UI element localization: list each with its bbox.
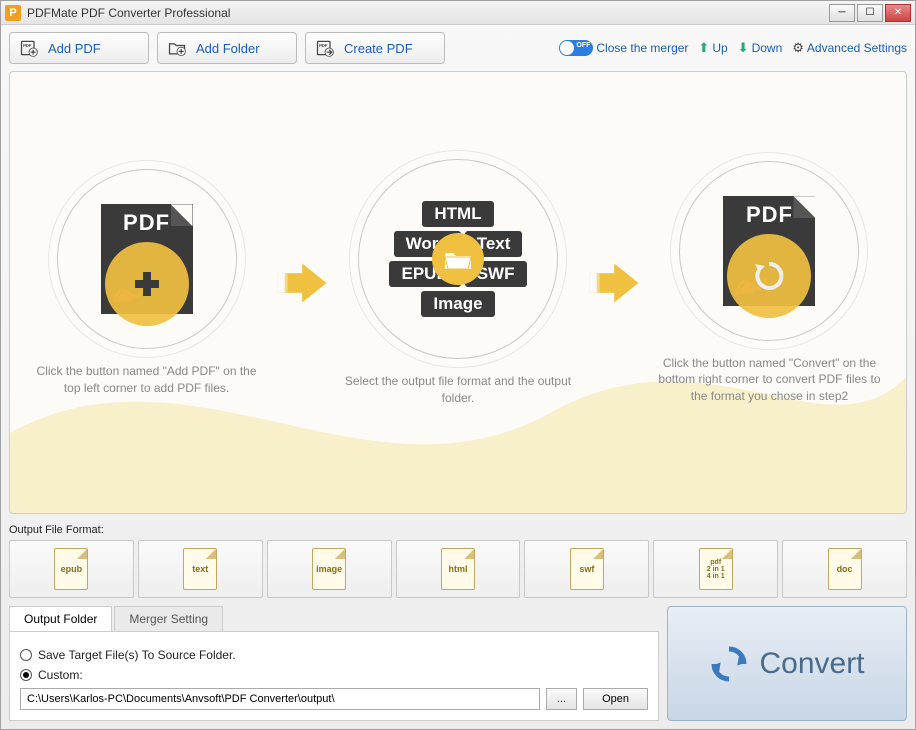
step-2: HTML Word Text EPUB SWF Image Select the… <box>331 159 584 405</box>
output-panel: Save Target File(s) To Source Folder. Cu… <box>9 631 659 721</box>
radio-custom[interactable]: Custom: <box>20 668 648 682</box>
window-buttons: ─ ☐ ✕ <box>829 4 911 22</box>
file-icon: text <box>183 548 217 590</box>
tag-html: HTML <box>422 201 493 227</box>
down-label: Down <box>752 41 783 55</box>
file-icon: epub <box>54 548 88 590</box>
close-merger-label: Close the merger <box>596 41 688 55</box>
add-pdf-button[interactable]: PDF Add PDF <box>9 32 149 64</box>
radio-icon <box>20 669 32 681</box>
step-1-desc: Click the button named "Add PDF" on the … <box>20 363 273 395</box>
arrow-right-icon <box>585 258 643 308</box>
file-icon: doc <box>828 548 862 590</box>
close-button[interactable]: ✕ <box>885 4 911 22</box>
plus-circle-icon <box>105 242 189 326</box>
arrow-right-icon <box>273 258 331 308</box>
step-3-desc: Click the button named "Convert" on the … <box>643 355 896 404</box>
tag-image: Image <box>421 291 494 317</box>
add-pdf-icon: PDF <box>18 38 40 58</box>
radio-custom-label: Custom: <box>38 668 83 682</box>
format-image[interactable]: image <box>267 540 392 598</box>
open-button[interactable]: Open <box>583 688 648 710</box>
toggle-switch-icon: OFF <box>559 40 593 56</box>
folder-circle-icon <box>432 233 484 285</box>
create-pdf-label: Create PDF <box>344 41 413 56</box>
titlebar: P PDFMate PDF Converter Professional ─ ☐… <box>1 1 915 25</box>
format-doc[interactable]: doc <box>782 540 907 598</box>
add-folder-button[interactable]: Add Folder <box>157 32 297 64</box>
path-row: ... Open <box>20 688 648 710</box>
file-icon: pdf 2 in 1 4 in 1 <box>699 548 733 590</box>
tab-output-folder[interactable]: Output Folder <box>9 606 112 631</box>
minimize-button[interactable]: ─ <box>829 4 855 22</box>
arrow-down-icon: ⬇ <box>738 40 749 56</box>
bottom-section: Output Folder Merger Setting Save Target… <box>1 598 915 729</box>
format-pdf[interactable]: pdf 2 in 1 4 in 1 <box>653 540 778 598</box>
format-text[interactable]: text <box>138 540 263 598</box>
radio-icon <box>20 649 32 661</box>
step-3-circle[interactable]: PDF <box>679 161 859 341</box>
workflow-stage: PDF Click the button named "Add PDF" on … <box>9 71 907 514</box>
convert-button[interactable]: Convert <box>667 606 907 721</box>
browse-button[interactable]: ... <box>546 688 577 710</box>
refresh-circle-icon <box>727 234 811 318</box>
app-title: PDFMate PDF Converter Professional <box>27 6 829 20</box>
app-logo-icon: P <box>5 5 21 21</box>
tab-merger-setting[interactable]: Merger Setting <box>114 606 223 631</box>
step-1-circle[interactable]: PDF <box>57 169 237 349</box>
format-epub[interactable]: epub <box>9 540 134 598</box>
step-2-circle[interactable]: HTML Word Text EPUB SWF Image <box>358 159 558 359</box>
app-window: P PDFMate PDF Converter Professional ─ ☐… <box>0 0 916 730</box>
radio-save-source-label: Save Target File(s) To Source Folder. <box>38 648 236 662</box>
radio-save-source[interactable]: Save Target File(s) To Source Folder. <box>20 648 648 662</box>
add-pdf-label: Add PDF <box>48 41 101 56</box>
svg-text:PDF: PDF <box>319 43 328 48</box>
advanced-settings-button[interactable]: ⚙ Advanced Settings <box>792 40 907 56</box>
svg-text:PDF: PDF <box>23 43 32 48</box>
step-1: PDF Click the button named "Add PDF" on … <box>20 169 273 395</box>
format-section: Output File Format: epub text image html… <box>1 520 915 598</box>
pdf-input-icon: PDF <box>101 204 193 314</box>
move-down-button[interactable]: ⬇ Down <box>738 40 783 56</box>
format-label: Output File Format: <box>9 520 907 540</box>
format-html[interactable]: html <box>396 540 521 598</box>
toolbar-right: OFF Close the merger ⬆ Up ⬇ Down ⚙ Advan… <box>559 40 907 56</box>
close-merger-toggle[interactable]: OFF Close the merger <box>559 40 688 56</box>
convert-icon <box>709 644 749 684</box>
output-path-input[interactable] <box>20 688 540 710</box>
format-grid: epub text image html swf pdf 2 in 1 4 in… <box>9 540 907 598</box>
toolbar: PDF Add PDF Add Folder PDF Create PDF OF… <box>1 25 915 71</box>
arrow-up-icon: ⬆ <box>698 40 709 56</box>
tabs: Output Folder Merger Setting <box>9 606 659 631</box>
create-pdf-button[interactable]: PDF Create PDF <box>305 32 445 64</box>
step-3: PDF Click the button named "Convert" on … <box>643 161 896 404</box>
convert-label: Convert <box>759 647 864 681</box>
create-pdf-icon: PDF <box>314 38 336 58</box>
advanced-label: Advanced Settings <box>807 41 907 55</box>
format-swf[interactable]: swf <box>524 540 649 598</box>
up-label: Up <box>712 41 727 55</box>
output-panel-wrap: Output Folder Merger Setting Save Target… <box>9 606 659 721</box>
pdf-output-icon: PDF <box>723 196 815 306</box>
move-up-button[interactable]: ⬆ Up <box>698 40 727 56</box>
file-icon: image <box>312 548 346 590</box>
file-icon: html <box>441 548 475 590</box>
gear-icon: ⚙ <box>792 40 804 56</box>
file-icon: swf <box>570 548 604 590</box>
add-folder-label: Add Folder <box>196 41 260 56</box>
maximize-button[interactable]: ☐ <box>857 4 883 22</box>
add-folder-icon <box>166 38 188 58</box>
step-2-desc: Select the output file format and the ou… <box>331 373 584 405</box>
